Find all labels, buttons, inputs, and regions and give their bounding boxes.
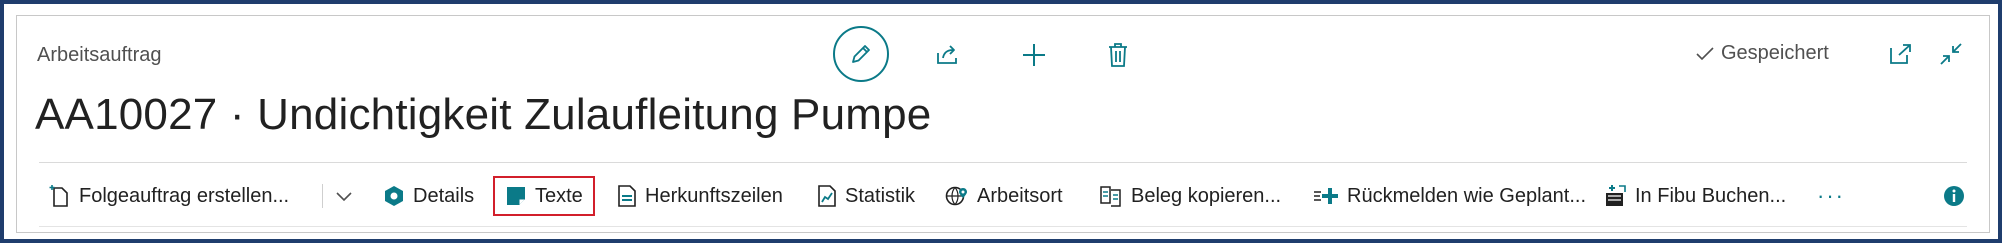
copy-document-icon — [1100, 186, 1121, 207]
page-title: AA10027 · Undichtigkeit Zulaufleitung Pu… — [35, 90, 932, 139]
plus-icon — [1023, 44, 1045, 66]
document-lines-icon — [618, 185, 636, 207]
info-button[interactable] — [1943, 176, 1965, 216]
record-header-panel: Arbeitsauftrag AA10027 · Undichtigkeit Z… — [16, 15, 1990, 233]
window-frame: Arbeitsauftrag AA10027 · Undichtigkeit Z… — [0, 0, 2002, 243]
post-to-finance-button[interactable]: In Fibu Buchen... — [1603, 176, 1786, 216]
follow-up-order-label: Folgeauftrag erstellen... — [79, 184, 290, 207]
toolbar-bottom-divider — [39, 226, 1967, 227]
details-icon — [385, 186, 403, 206]
post-to-finance-label: In Fibu Buchen... — [1635, 184, 1787, 207]
checkmark-icon — [1696, 46, 1714, 60]
statistics-label: Statistik — [845, 184, 916, 207]
texts-label: Texte — [535, 184, 583, 207]
work-location-label: Arbeitsort — [977, 184, 1063, 207]
report-back-button[interactable]: Rückmelden wie Geplant... — [1313, 176, 1586, 216]
collapse-button[interactable] — [1937, 40, 1965, 68]
saved-label: Gespeichert — [1721, 42, 1829, 64]
trash-icon — [1109, 43, 1127, 67]
origin-lines-button[interactable]: Herkunftszeilen — [617, 176, 783, 216]
texts-icon — [507, 187, 525, 205]
info-icon — [1944, 186, 1964, 206]
globe-location-icon — [945, 186, 967, 206]
open-new-window-icon — [1890, 44, 1911, 64]
toolbar-separator — [322, 184, 323, 208]
copy-document-label: Beleg kopieren... — [1131, 184, 1282, 207]
more-actions-button[interactable]: ··· — [1817, 176, 1845, 216]
report-back-icon — [1314, 188, 1338, 204]
follow-up-order-button[interactable]: Folgeauftrag erstellen... — [49, 176, 289, 216]
statistics-icon — [818, 185, 836, 207]
open-new-window-button[interactable] — [1887, 40, 1915, 68]
edit-button[interactable] — [833, 26, 889, 82]
chevron-down-icon — [336, 192, 352, 202]
statistics-button[interactable]: Statistik — [817, 176, 915, 216]
new-document-icon — [49, 185, 68, 207]
texts-button[interactable]: Texte — [493, 176, 595, 216]
copy-document-button[interactable]: Beleg kopieren... — [1099, 176, 1281, 216]
details-label: Details — [413, 184, 475, 207]
action-bar: Folgeauftrag erstellen... Details Texte … — [37, 176, 1977, 216]
page-caption: Arbeitsauftrag — [37, 44, 162, 66]
follow-up-dropdown-button[interactable] — [335, 176, 353, 216]
post-icon — [1606, 185, 1626, 206]
pencil-icon — [852, 45, 870, 63]
origin-lines-label: Herkunftszeilen — [645, 184, 783, 207]
details-button[interactable]: Details — [383, 176, 474, 216]
report-back-label: Rückmelden wie Geplant... — [1347, 184, 1587, 207]
work-location-button[interactable]: Arbeitsort — [945, 176, 1063, 216]
share-button[interactable] — [933, 40, 963, 70]
saved-status: Gespeichert — [1695, 42, 1829, 65]
header-divider — [39, 162, 1967, 163]
more-actions-label: ··· — [1817, 183, 1845, 208]
share-icon — [937, 45, 957, 64]
new-record-button[interactable] — [1019, 40, 1049, 70]
delete-button[interactable] — [1103, 40, 1133, 70]
collapse-icon — [1940, 43, 1962, 65]
